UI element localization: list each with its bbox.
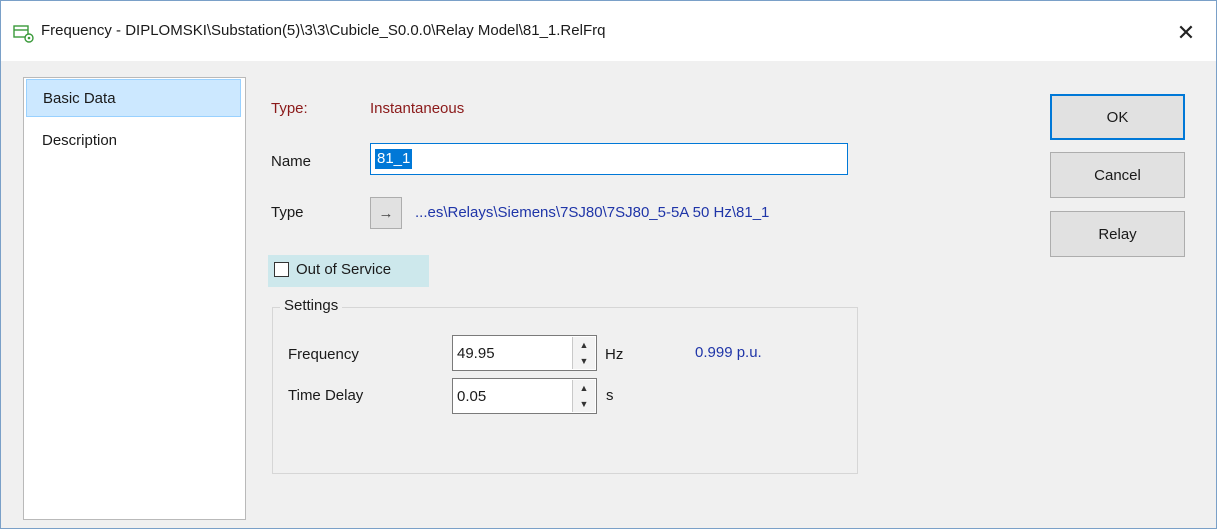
frequency-input[interactable] [453, 336, 571, 370]
time-delay-spin-buttons: ▲ ▼ [572, 380, 595, 412]
frequency-label: Frequency [288, 346, 359, 363]
time-delay-label: Time Delay [288, 387, 364, 404]
out-of-service-checkbox[interactable]: Out of Service [268, 255, 429, 287]
ok-button-label: OK [1106, 108, 1129, 126]
spin-up-icon[interactable]: ▲ [573, 380, 595, 397]
time-delay-stepper[interactable]: ▲ ▼ [452, 378, 597, 414]
cancel-button-label: Cancel [1094, 166, 1141, 184]
frequency-stepper[interactable]: ▲ ▼ [452, 335, 597, 371]
time-delay-unit: s [606, 387, 614, 404]
frequency-unit: Hz [605, 346, 624, 363]
name-value: 81_1 [375, 149, 413, 169]
time-delay-input[interactable] [453, 379, 571, 413]
cancel-button[interactable]: Cancel [1050, 152, 1185, 198]
settings-title: Settings [280, 297, 343, 314]
nav-item-basic-data[interactable]: Basic Data [26, 79, 241, 117]
spin-down-icon[interactable]: ▼ [573, 396, 595, 412]
name-input[interactable]: 81_1 [370, 143, 848, 175]
frequency-pu-value: 0.999 p.u. [695, 344, 762, 361]
type-value: Instantaneous [370, 100, 465, 117]
type-ref-label: Type [271, 204, 304, 221]
nav-item-label: Description [42, 132, 118, 149]
relay-button[interactable]: Relay [1050, 211, 1185, 257]
title-bar: Frequency - DIPLOMSKI\Substation(5)\3\3\… [1, 1, 1216, 61]
arrow-right-icon: → [378, 204, 394, 222]
type-label: Type: [271, 100, 308, 117]
ok-button[interactable]: OK [1050, 94, 1185, 140]
relay-button-label: Relay [1098, 225, 1137, 243]
dialog-window: Frequency - DIPLOMSKI\Substation(5)\3\3\… [0, 0, 1217, 529]
checkbox-box[interactable] [274, 262, 289, 277]
close-icon: ✕ [1176, 20, 1196, 45]
nav-item-description[interactable]: Description [26, 122, 241, 160]
window-title: Frequency - DIPLOMSKI\Substation(5)\3\3\… [41, 22, 606, 39]
frequency-spin-buttons: ▲ ▼ [572, 337, 595, 369]
page-navigation-list: Basic Data Description [23, 77, 246, 520]
name-label: Name [271, 153, 312, 170]
spin-up-icon[interactable]: ▲ [573, 337, 595, 354]
close-button[interactable]: ✕ [1161, 13, 1211, 53]
type-ref-link[interactable]: ...es\Relays\Siemens\7SJ80\7SJ80_5-5A 50… [415, 204, 769, 221]
out-of-service-label: Out of Service [296, 261, 392, 278]
nav-item-label: Basic Data [43, 90, 116, 107]
type-select-button[interactable]: → [370, 197, 402, 229]
relay-element-icon [13, 25, 34, 43]
spin-down-icon[interactable]: ▼ [573, 353, 595, 369]
